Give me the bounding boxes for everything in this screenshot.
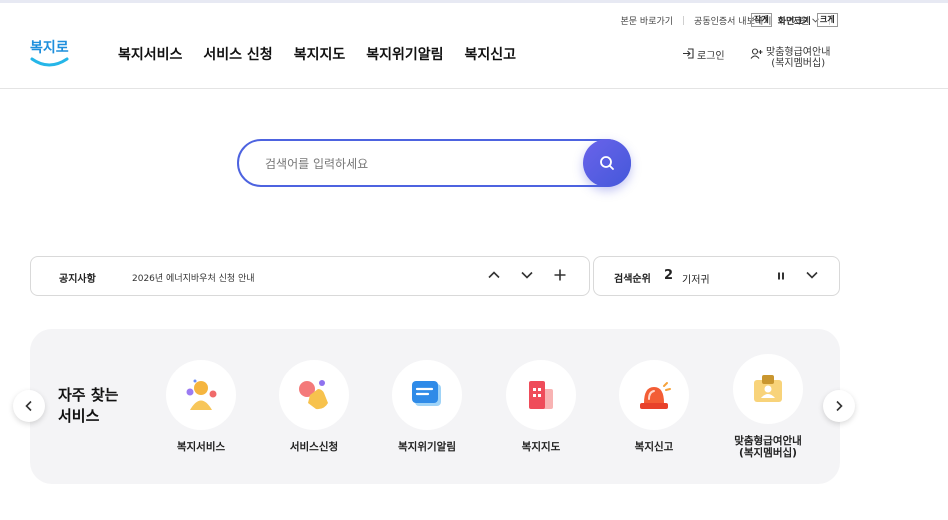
notice-bar: 공지사항 2026년 에너지바우처 신청 안내 xyxy=(30,256,590,296)
nav-service-apply[interactable]: 서비스 신청 xyxy=(203,44,272,64)
search-input[interactable]: 검색어를 입력하세요 xyxy=(265,155,368,172)
notice-controls xyxy=(487,268,567,282)
ranking-label: 검색순위 xyxy=(614,274,651,285)
service-icon-circle xyxy=(619,360,689,430)
font-large-button[interactable]: 크게 xyxy=(816,13,838,27)
search-ranking-bar: 검색순위 2 기저귀 xyxy=(593,256,840,296)
title-line2: 서비스 xyxy=(58,407,100,425)
siren-icon xyxy=(640,382,671,409)
service-icon-circle xyxy=(392,360,462,430)
service-label: 맞춤형급여안내 (복지멤버십) xyxy=(713,435,823,459)
font-size-control: 작게 화면크기 크게 xyxy=(751,13,838,27)
custom-line2: (복지멤버십) xyxy=(771,58,826,69)
svg-text:복지로: 복지로 xyxy=(30,40,69,56)
service-label: 복지신고 xyxy=(634,441,674,453)
service-label-line: 맞춤형급여안내 (복지멤버십) xyxy=(734,435,802,459)
font-size-label: 화면크기 xyxy=(777,16,811,27)
service-label: 복지서비스 xyxy=(176,441,226,453)
main-nav: 복지서비스 서비스 신청 복지지도 복지위기알림 복지신고 xyxy=(118,44,516,64)
user-plus-icon xyxy=(750,48,763,59)
top-accent-line xyxy=(0,0,948,3)
skip-to-content-link[interactable]: 본문 바로가기 xyxy=(621,14,674,27)
title-line1: 자주 찾는 xyxy=(58,386,119,404)
carousel-next-button[interactable] xyxy=(823,390,855,422)
bokjiro-logo[interactable]: 복지로 xyxy=(29,35,71,71)
service-label: 복지위기알림 xyxy=(398,441,456,453)
service-custom-benefit[interactable]: 맞춤형급여안내 (복지멤버십) xyxy=(713,354,823,459)
message-icon xyxy=(412,381,441,406)
touch-icon xyxy=(299,380,328,410)
building-icon xyxy=(529,381,553,409)
nav-welfare-map[interactable]: 복지지도 xyxy=(294,44,346,64)
service-icon-circle xyxy=(733,354,803,424)
service-welfare-map[interactable]: 복지지도 xyxy=(486,360,596,453)
header-divider xyxy=(0,88,948,89)
search-icon xyxy=(600,156,614,170)
nav-welfare-service[interactable]: 복지서비스 xyxy=(118,44,182,64)
search-button[interactable] xyxy=(583,139,631,187)
id-card-icon xyxy=(754,375,782,402)
service-icon-circle xyxy=(166,360,236,430)
service-icon-circle xyxy=(279,360,349,430)
chevron-right-icon xyxy=(836,400,843,412)
custom-line1: 맞춤형급여안내 xyxy=(766,47,831,58)
login-label: 로그인 xyxy=(697,51,725,62)
notice-item[interactable]: 2026년 에너지바우처 신청 안내 xyxy=(132,271,255,284)
notice-label: 공지사항 xyxy=(59,274,96,285)
login-link[interactable]: 로그인 xyxy=(682,47,725,62)
search-box: 검색어를 입력하세요 xyxy=(237,139,631,187)
service-welfare-report[interactable]: 복지신고 xyxy=(599,360,709,453)
people-icon xyxy=(186,379,217,410)
ranking-number: 2 xyxy=(664,268,674,283)
service-apply[interactable]: 서비스신청 xyxy=(259,360,369,453)
service-crisis-alert[interactable]: 복지위기알림 xyxy=(372,360,482,453)
carousel-prev-button[interactable] xyxy=(13,390,45,422)
custom-benefit-link[interactable]: 맞춤형급여안내 (복지멤버십) xyxy=(750,47,830,69)
font-small-button[interactable]: 작게 xyxy=(751,13,772,27)
login-icon xyxy=(683,48,694,59)
nav-crisis-alert[interactable]: 복지위기알림 xyxy=(366,44,443,64)
service-welfare[interactable]: 복지서비스 xyxy=(146,360,256,453)
custom-benefit-label: 맞춤형급여안내 (복지멤버십) xyxy=(766,47,830,69)
frequent-services-title: 자주 찾는 서비스 xyxy=(58,385,118,427)
service-icon-circle xyxy=(506,360,576,430)
plus-icon[interactable] xyxy=(553,268,567,282)
pause-icon[interactable] xyxy=(776,271,786,281)
divider xyxy=(683,16,685,25)
chevron-left-icon xyxy=(25,400,32,412)
chevron-down-icon[interactable] xyxy=(805,268,819,282)
ranking-keyword[interactable]: 기저귀 xyxy=(682,271,710,286)
service-label: 서비스신청 xyxy=(289,441,339,453)
chevron-up-icon[interactable] xyxy=(487,268,501,282)
service-label: 복지지도 xyxy=(521,441,561,453)
nav-welfare-report[interactable]: 복지신고 xyxy=(465,44,517,64)
chevron-down-icon[interactable] xyxy=(520,268,534,282)
